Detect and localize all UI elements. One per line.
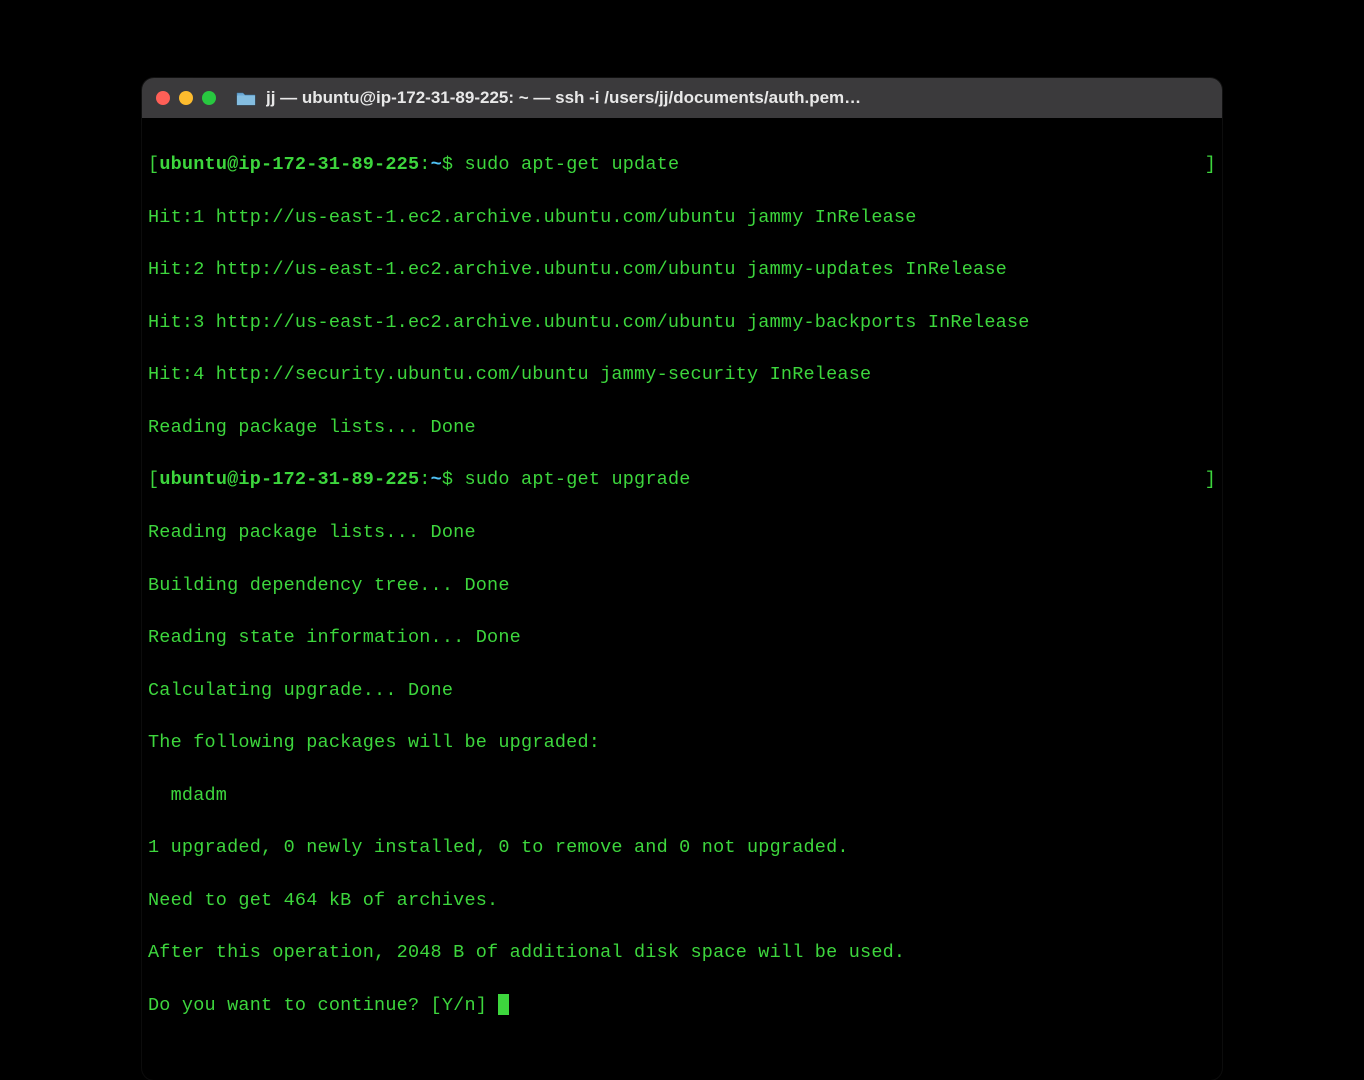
output-line: Need to get 464 kB of archives. bbox=[148, 888, 1216, 914]
prompt-line: [ubuntu@ip-172-31-89-225:~$ sudo apt-get… bbox=[148, 152, 1216, 178]
prompt-host: ubuntu@ip-172-31-89-225 bbox=[159, 154, 419, 175]
output-line: Reading state information... Done bbox=[148, 625, 1216, 651]
output-line: Hit:1 http://us-east-1.ec2.archive.ubunt… bbox=[148, 205, 1216, 231]
command-2: sudo apt-get upgrade bbox=[465, 469, 691, 490]
command-1: sudo apt-get update bbox=[465, 154, 680, 175]
continue-prompt-line: Do you want to continue? [Y/n] bbox=[148, 993, 1216, 1019]
output-line: Reading package lists... Done bbox=[148, 520, 1216, 546]
output-line: The following packages will be upgraded: bbox=[148, 730, 1216, 756]
close-button[interactable] bbox=[156, 91, 170, 105]
window-title: jj — ubuntu@ip-172-31-89-225: ~ — ssh -i… bbox=[266, 88, 1208, 108]
terminal-body[interactable]: [ubuntu@ip-172-31-89-225:~$ sudo apt-get… bbox=[142, 118, 1222, 1080]
prompt-path: ~ bbox=[431, 154, 442, 175]
output-line: Calculating upgrade... Done bbox=[148, 678, 1216, 704]
output-line: Reading package lists... Done bbox=[148, 415, 1216, 441]
prompt-dollar: $ bbox=[442, 469, 453, 490]
prompt-line: [ubuntu@ip-172-31-89-225:~$ sudo apt-get… bbox=[148, 467, 1216, 493]
output-line: Building dependency tree... Done bbox=[148, 573, 1216, 599]
output-line: Hit:3 http://us-east-1.ec2.archive.ubunt… bbox=[148, 310, 1216, 336]
minimize-button[interactable] bbox=[179, 91, 193, 105]
prompt-colon: : bbox=[419, 469, 430, 490]
prompt-path: ~ bbox=[431, 469, 442, 490]
prompt-close-bracket: ] bbox=[1205, 152, 1216, 178]
cursor[interactable] bbox=[498, 994, 509, 1015]
output-line: 1 upgraded, 0 newly installed, 0 to remo… bbox=[148, 835, 1216, 861]
terminal-window: jj — ubuntu@ip-172-31-89-225: ~ — ssh -i… bbox=[142, 78, 1222, 1080]
output-line: mdadm bbox=[148, 783, 1216, 809]
traffic-lights bbox=[156, 91, 216, 105]
output-line: After this operation, 2048 B of addition… bbox=[148, 940, 1216, 966]
prompt-open-bracket: [ bbox=[148, 469, 159, 490]
prompt-host: ubuntu@ip-172-31-89-225 bbox=[159, 469, 419, 490]
folder-icon bbox=[236, 91, 256, 106]
continue-prompt-text: Do you want to continue? [Y/n] bbox=[148, 995, 498, 1016]
prompt-close-bracket: ] bbox=[1205, 467, 1216, 493]
output-line: Hit:4 http://security.ubuntu.com/ubuntu … bbox=[148, 362, 1216, 388]
titlebar[interactable]: jj — ubuntu@ip-172-31-89-225: ~ — ssh -i… bbox=[142, 78, 1222, 118]
prompt-dollar: $ bbox=[442, 154, 453, 175]
output-line: Hit:2 http://us-east-1.ec2.archive.ubunt… bbox=[148, 257, 1216, 283]
maximize-button[interactable] bbox=[202, 91, 216, 105]
prompt-open-bracket: [ bbox=[148, 154, 159, 175]
prompt-colon: : bbox=[419, 154, 430, 175]
